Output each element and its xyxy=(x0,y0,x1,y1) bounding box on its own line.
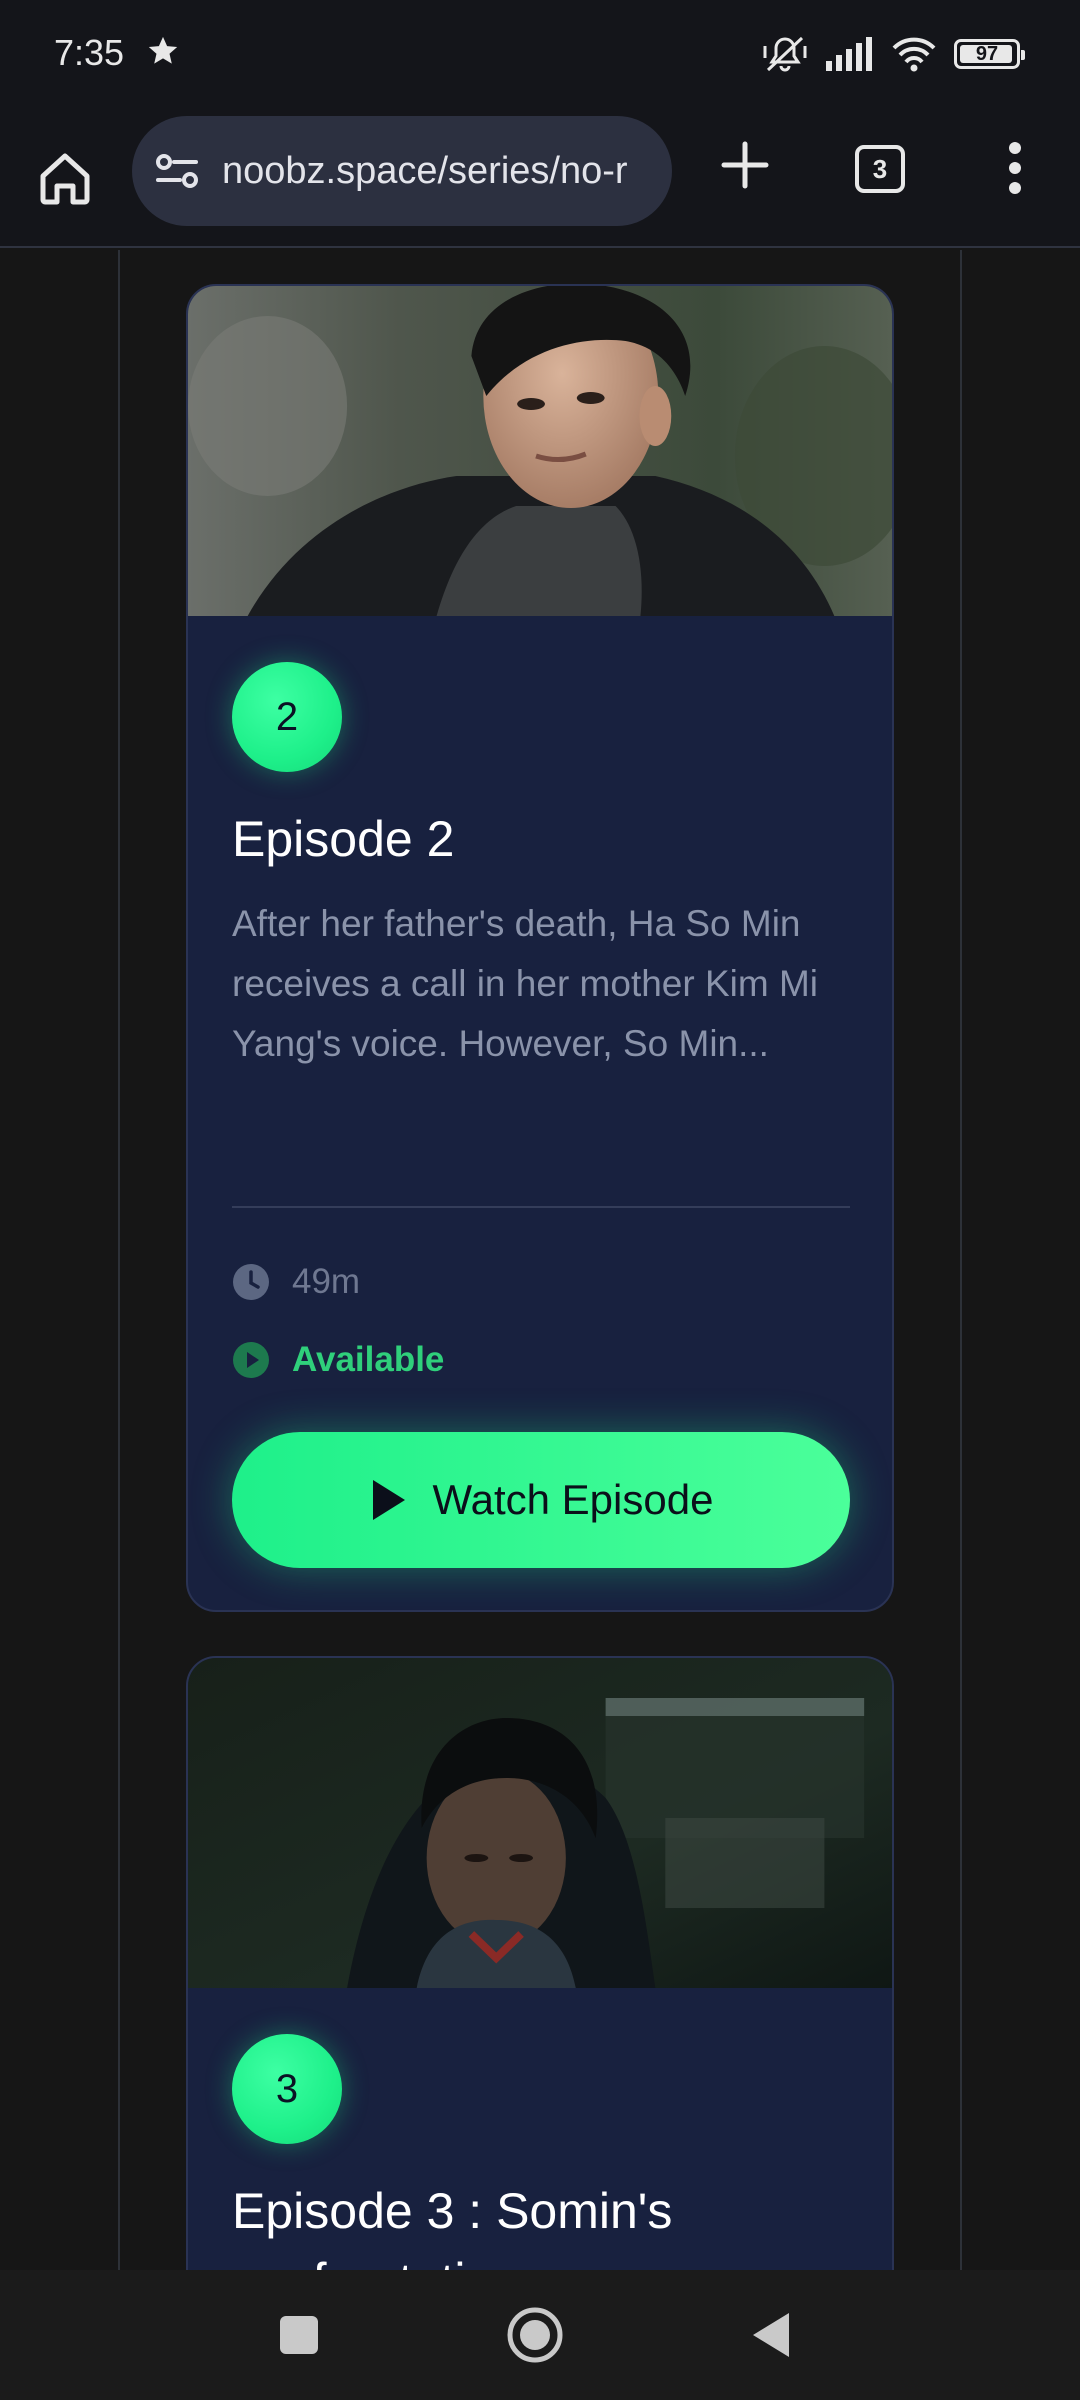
watch-episode-button[interactable]: Watch Episode xyxy=(232,1432,850,1568)
episode-status-row: Available xyxy=(232,1340,444,1380)
episode-card[interactable]: 2 Episode 2 After her father's death, Ha… xyxy=(186,284,894,1612)
url-text[interactable]: noobz.space/series/no-r xyxy=(222,150,628,193)
battery-level: 97 xyxy=(975,42,999,65)
episode-description: After her father's death, Ha So Min rece… xyxy=(232,903,819,1064)
episode-number-badge: 3 xyxy=(232,2034,342,2144)
tab-count: 3 xyxy=(872,153,888,184)
site-settings-icon[interactable] xyxy=(154,148,200,194)
episode-thumbnail[interactable] xyxy=(188,1658,892,1988)
home-icon xyxy=(40,153,90,205)
episode-status: Available xyxy=(292,1340,445,1379)
watch-episode-label: Watch Episode xyxy=(432,1476,714,1523)
page-content[interactable]: 2 Episode 2 After her father's death, Ha… xyxy=(0,250,1080,2270)
episode-title: Episode 2 xyxy=(232,811,455,867)
episode-duration: 49m xyxy=(292,1262,361,1301)
wifi-icon xyxy=(892,37,936,72)
layout-divider xyxy=(960,250,962,2270)
episode-number-badge: 2 xyxy=(232,662,342,772)
episode-card[interactable]: 3 Episode 3 : Somin's confrontation xyxy=(186,1656,894,2270)
episode-thumbnail[interactable] xyxy=(188,286,892,616)
layout-divider xyxy=(118,250,120,2270)
clock-icon xyxy=(233,1264,269,1300)
back-button[interactable] xyxy=(736,2300,806,2370)
play-icon xyxy=(372,1480,405,1520)
mute-vibrate-icon xyxy=(763,36,807,72)
recents-button[interactable] xyxy=(264,2300,334,2370)
home-button[interactable] xyxy=(32,140,98,216)
episode-duration-row: 49m xyxy=(232,1262,360,1302)
new-tab-button[interactable] xyxy=(710,130,780,200)
home-circle-icon xyxy=(507,2307,563,2363)
status-bar: 7:35 97 xyxy=(0,0,1080,108)
episode-title-continued: confrontation xyxy=(232,2252,521,2270)
home-nav-button[interactable] xyxy=(500,2300,570,2370)
more-menu-button[interactable] xyxy=(990,130,1040,206)
battery-icon: 97 xyxy=(954,39,1025,69)
episode-title: Episode 3 : Somin's xyxy=(232,2183,673,2239)
browser-toolbar: noobz.space/series/no-r 3 xyxy=(0,108,1080,248)
more-vert-icon xyxy=(1009,142,1021,194)
system-nav-bar xyxy=(0,2270,1080,2400)
status-time: 7:35 xyxy=(54,32,125,73)
back-triangle-icon xyxy=(753,2313,789,2357)
tab-switcher-button[interactable]: 3 xyxy=(855,145,905,193)
card-divider xyxy=(232,1206,850,1208)
plus-icon xyxy=(721,141,769,189)
star-icon xyxy=(148,36,178,64)
play-circle-icon xyxy=(233,1342,269,1378)
recents-square-icon xyxy=(280,2316,318,2354)
status-icons: 97 xyxy=(762,34,1025,74)
signal-icon xyxy=(826,37,872,71)
address-bar[interactable]: noobz.space/series/no-r xyxy=(132,116,672,226)
